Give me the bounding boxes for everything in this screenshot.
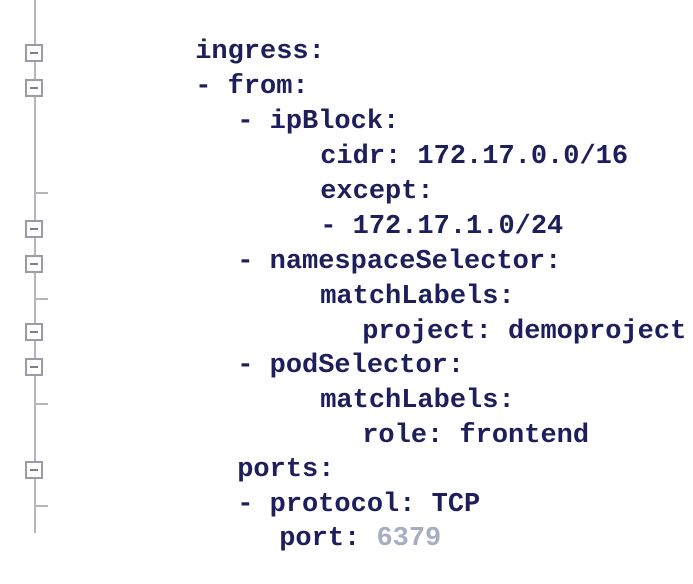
code-line: ingress:	[98, 7, 325, 67]
code-line: except:	[223, 147, 433, 207]
code-line-text: role: frontend	[362, 421, 590, 451]
code-line: matchLabels:	[223, 252, 514, 312]
code-line: port: 6379	[182, 494, 441, 554]
code-line: - ipBlock:	[140, 77, 399, 137]
code-line: - protocol: TCP	[140, 460, 480, 520]
code-line: project: demoproject	[265, 287, 686, 347]
code-line: matchLabels:	[223, 356, 514, 416]
code-line: - from:	[98, 42, 308, 102]
code-line: - 172.17.1.0/24	[223, 182, 563, 242]
code-editor[interactable]: ingress: - from: - ipBlock: cidr: 172.17…	[0, 0, 693, 554]
code-line: cidr: 172.17.0.0/16	[223, 112, 628, 172]
code-line: - podSelector:	[140, 321, 464, 381]
code-line-text: port:	[279, 524, 377, 554]
code-line: ports:	[140, 425, 334, 485]
code-line: role: frontend	[265, 391, 589, 451]
code-area[interactable]: ingress: - from: - ipBlock: cidr: 172.17…	[0, 0, 693, 554]
code-line: - namespaceSelector:	[140, 217, 561, 277]
port-value-text: 6379	[376, 524, 442, 554]
